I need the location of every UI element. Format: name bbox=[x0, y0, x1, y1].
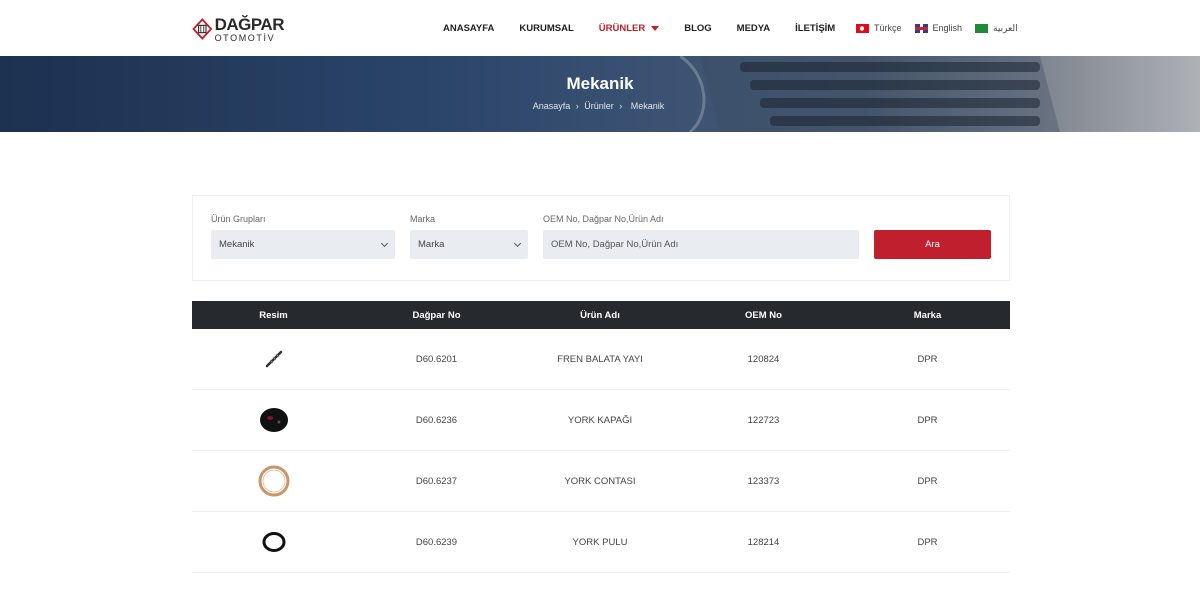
nav-item-kurumsal[interactable]: KURUMSAL bbox=[519, 23, 573, 34]
brand: DPR bbox=[917, 353, 938, 365]
breadcrumb: Anasayfa › Ürünler › Mekanik bbox=[0, 101, 1200, 111]
oem-no: 123373 bbox=[747, 475, 780, 487]
site-header: DAĞPAR OTOMOTİV ANASAYFA KURUMSAL ÜRÜNLE… bbox=[0, 0, 1200, 56]
products-table: Resim Dağpar No Ürün Adı OEM No Marka D6… bbox=[192, 301, 1010, 573]
lang-turkish[interactable]: Türkçe bbox=[856, 23, 902, 33]
page-banner: Mekanik Anasayfa › Ürünler › Mekanik bbox=[0, 56, 1200, 132]
brand: DPR bbox=[917, 536, 938, 548]
nav-item-urunler-label: ÜRÜNLER bbox=[598, 22, 646, 34]
logo-icon bbox=[192, 18, 213, 40]
table-row[interactable]: D60.6236 YORK KAPAĞI 122723 DPR bbox=[192, 390, 1010, 451]
spring-part-icon bbox=[265, 350, 282, 368]
breadcrumb-separator-icon: › bbox=[575, 101, 579, 111]
breadcrumb-separator-icon: › bbox=[619, 101, 623, 111]
cap-part-icon bbox=[259, 408, 288, 432]
search-input[interactable] bbox=[543, 230, 859, 259]
nav-item-anasayfa[interactable]: ANASAYFA bbox=[443, 23, 494, 34]
group-label: Ürün Grupları bbox=[211, 214, 266, 224]
brand-subtitle: OTOMOTİV bbox=[214, 32, 276, 43]
brand: DPR bbox=[917, 475, 938, 487]
table-row[interactable]: D60.6201 FREN BALATA YAYI 120824 DPR bbox=[192, 329, 1010, 390]
product-name: YORK PULU bbox=[572, 536, 628, 548]
product-filter: Ürün Grupları Mekanik Marka Marka OEM No… bbox=[192, 195, 1010, 281]
column-header-brand: Marka bbox=[913, 309, 942, 321]
oem-no: 128214 bbox=[747, 536, 780, 548]
language-switcher: Türkçe English العربية bbox=[856, 0, 1031, 56]
breadcrumb-current: Mekanik bbox=[630, 101, 665, 111]
lang-turkish-label: Türkçe bbox=[874, 23, 902, 33]
truck-grille-image bbox=[680, 56, 1060, 132]
lang-arabic[interactable]: العربية bbox=[975, 23, 1018, 34]
nav-item-iletisim[interactable]: İLETİŞİM bbox=[795, 23, 835, 34]
washer-part-icon bbox=[262, 532, 285, 552]
table-header: Resim Dağpar No Ürün Adı OEM No Marka bbox=[192, 301, 1010, 329]
uk-flag-icon bbox=[914, 23, 928, 33]
table-row[interactable]: D60.6237 YORK CONTASI 123373 DPR bbox=[192, 451, 1010, 512]
group-select-value: Mekanik bbox=[219, 239, 255, 250]
brand: DPR bbox=[917, 414, 938, 426]
dagpar-no: D60.6239 bbox=[415, 536, 458, 548]
column-header-image: Resim bbox=[259, 309, 288, 321]
search-label: OEM No, Dağpar No,Ürün Adı bbox=[543, 214, 664, 224]
nav-item-medya[interactable]: MEDYA bbox=[737, 23, 770, 34]
dagpar-no: D60.6236 bbox=[415, 414, 458, 426]
brand-name: DAĞPAR bbox=[214, 14, 285, 34]
breadcrumb-home[interactable]: Anasayfa bbox=[533, 101, 571, 111]
product-name: YORK KAPAĞI bbox=[567, 414, 633, 426]
nav-item-urunler[interactable]: ÜRÜNLER bbox=[598, 22, 660, 34]
column-header-oem-no: OEM No bbox=[745, 309, 782, 321]
brand-logo[interactable]: DAĞPAR OTOMOTİV bbox=[192, 12, 285, 46]
turkey-flag-icon bbox=[856, 23, 869, 33]
dagpar-no: D60.6237 bbox=[415, 475, 458, 487]
chevron-down-icon bbox=[513, 239, 522, 247]
product-name: YORK CONTASI bbox=[564, 475, 636, 487]
caret-down-icon bbox=[651, 25, 660, 31]
column-header-dagpar-no: Dağpar No bbox=[412, 309, 461, 321]
table-row[interactable]: D60.6239 YORK PULU 128214 DPR bbox=[192, 512, 1010, 573]
saudi-flag-icon bbox=[975, 23, 989, 33]
chevron-down-icon bbox=[380, 239, 389, 247]
group-select[interactable]: Mekanik bbox=[211, 230, 395, 259]
lang-arabic-label: العربية bbox=[993, 22, 1018, 33]
brand-label: Marka bbox=[410, 214, 436, 224]
main-nav: ANASAYFA KURUMSAL ÜRÜNLER BLOG MEDYA İLE… bbox=[443, 0, 860, 56]
brand-select-value: Marka bbox=[418, 239, 445, 250]
dagpar-no: D60.6201 bbox=[415, 353, 458, 365]
oem-no: 120824 bbox=[747, 353, 780, 365]
search-button[interactable]: Ara bbox=[874, 230, 991, 259]
column-header-name: Ürün Adı bbox=[580, 309, 620, 321]
gasket-part-icon bbox=[258, 465, 289, 497]
page-title: Mekanik bbox=[566, 74, 634, 93]
brand-select[interactable]: Marka bbox=[410, 230, 528, 259]
nav-item-blog[interactable]: BLOG bbox=[684, 23, 711, 34]
product-name: FREN BALATA YAYI bbox=[557, 353, 643, 365]
oem-no: 122723 bbox=[747, 414, 780, 426]
lang-english[interactable]: English bbox=[914, 23, 963, 33]
lang-english-label: English bbox=[932, 23, 963, 33]
breadcrumb-products[interactable]: Ürünler bbox=[584, 101, 614, 111]
